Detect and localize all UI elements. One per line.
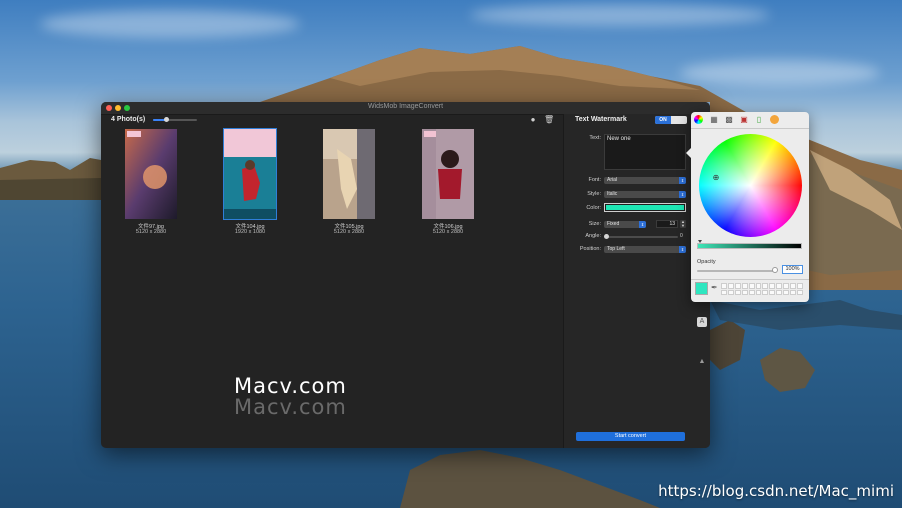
font-select[interactable]: Arial ⇕	[604, 177, 686, 184]
size-stepper[interactable]: ▲ ▼	[680, 220, 686, 228]
swatch-cell[interactable]	[748, 283, 755, 289]
overlay-watermark-reflection: Macv.com	[234, 395, 347, 419]
size-label: Size:	[588, 221, 601, 227]
position-select[interactable]: Top Left ⇕	[604, 246, 686, 253]
chevron-updown-icon: ⇕	[679, 246, 686, 253]
swatch-cell[interactable]	[762, 289, 769, 295]
angle-slider-knob[interactable]	[604, 234, 609, 239]
watermark-panel: Text Watermark ON Text: New one Font: Ar…	[563, 114, 710, 448]
crosshair-icon[interactable]: ⊕	[712, 174, 720, 182]
swatch-cell[interactable]	[727, 283, 734, 289]
stamp-icon[interactable]: ▲	[697, 357, 707, 367]
position-label: Position:	[579, 246, 601, 252]
brightness-slider[interactable]	[697, 243, 802, 249]
color-label: Color:	[586, 205, 601, 211]
color-picker-popover: ▦ ▩ ▣ ▯ ⊕ Opacity 100% ✒	[686, 112, 809, 302]
font-label: Font:	[588, 177, 601, 183]
photo-image	[223, 128, 277, 220]
text-tool-icon[interactable]: A	[697, 317, 707, 327]
font-value: Arial	[607, 177, 618, 183]
trash-icon[interactable]: 🗑	[544, 115, 554, 124]
swatch-cell[interactable]	[783, 289, 790, 295]
sliders-tab-icon[interactable]: ▦	[709, 115, 719, 125]
photo-image	[125, 129, 177, 219]
swatch-cell[interactable]	[776, 289, 783, 295]
opacity-slider[interactable]	[697, 270, 775, 272]
color-well-swatch	[606, 205, 684, 210]
blog-url-watermark: https://blog.csdn.net/Mac_mimi	[658, 482, 894, 500]
photo-toolbar: 4 Photo(s) ● 🗑	[101, 114, 563, 128]
crayon-tab-icon[interactable]	[770, 115, 779, 124]
toggle-on-label: ON	[655, 116, 671, 124]
photo-count: 4 Photo(s)	[111, 116, 146, 123]
info-icon[interactable]: ●	[529, 115, 537, 124]
swatch-cell[interactable]	[790, 289, 797, 295]
chevron-updown-icon: ⇕	[679, 177, 686, 184]
thumbnail-size-slider[interactable]	[153, 117, 197, 122]
opacity-label: Opacity	[697, 259, 716, 265]
color-wheel-tab-icon[interactable]	[694, 115, 703, 124]
swatch-cell[interactable]	[734, 283, 741, 289]
swatch-cell[interactable]	[769, 289, 776, 295]
size-mode-value: Fixed	[607, 221, 620, 227]
opacity-slider-knob[interactable]	[772, 267, 778, 273]
app-window: WidsMob ImageConvert 4 Photo(s) ● 🗑 文件97…	[101, 102, 710, 448]
photo-dimensions: 1920 x 1080	[234, 229, 266, 235]
photo-grid: 文件97.jpg 5120 x 2880 文件104.jpg 1920 x 10…	[101, 128, 563, 448]
angle-slider[interactable]	[606, 236, 678, 238]
window-title: WidsMob ImageConvert	[367, 103, 444, 110]
swatch-cell[interactable]	[734, 289, 741, 295]
style-label: Style:	[587, 191, 601, 197]
photo-dimensions: 5120 x 2880	[432, 229, 464, 235]
photo-image	[422, 129, 474, 219]
swatch-cell[interactable]	[769, 283, 776, 289]
swatch-cell[interactable]	[797, 283, 803, 289]
style-value: Italic	[607, 191, 618, 197]
divider	[691, 128, 809, 129]
image-palette-tab-icon[interactable]: ▣	[739, 115, 749, 125]
swatch-cell[interactable]	[762, 283, 769, 289]
current-color-swatch[interactable]	[695, 282, 708, 295]
swatch-cell[interactable]	[790, 283, 797, 289]
start-convert-button[interactable]: Start convert	[576, 432, 685, 441]
watermark-toggle[interactable]: ON	[655, 116, 687, 124]
position-value: Top Left	[607, 246, 625, 252]
text-label: Text:	[589, 135, 601, 141]
angle-value: 0	[680, 233, 683, 239]
swatch-cell[interactable]	[755, 283, 762, 289]
divider	[691, 279, 809, 280]
chevron-updown-icon: ⇕	[679, 191, 686, 198]
photo-image	[323, 129, 375, 219]
color-well[interactable]	[604, 203, 686, 212]
slider-knob[interactable]	[164, 117, 170, 122]
swatch-cell[interactable]	[755, 289, 762, 295]
swatch-cell[interactable]	[741, 289, 748, 295]
chevron-updown-icon: ⇕	[639, 221, 646, 228]
panel-title: Text Watermark	[575, 116, 627, 123]
watermark-text-field[interactable]: New one	[604, 134, 686, 170]
palette-tab-icon[interactable]: ▩	[724, 115, 734, 125]
angle-label: Angle:	[585, 233, 601, 239]
pencils-tab-icon[interactable]: ▯	[754, 115, 764, 125]
swatch-cell[interactable]	[727, 289, 734, 295]
style-select[interactable]: Italic ⇕	[604, 191, 686, 198]
swatch-cell[interactable]	[741, 283, 748, 289]
swatch-cell[interactable]	[721, 289, 727, 295]
swatch-cell[interactable]	[797, 289, 803, 295]
saved-swatches	[721, 283, 803, 295]
swatch-cell[interactable]	[721, 283, 727, 289]
photo-dimensions: 5120 x 2880	[135, 229, 167, 235]
popover-arrow	[686, 148, 691, 158]
size-field[interactable]: 13	[656, 220, 678, 228]
color-wheel[interactable]: ⊕	[699, 134, 802, 237]
opacity-field[interactable]: 100%	[782, 265, 803, 274]
photo-dimensions: 5120 x 2880	[333, 229, 365, 235]
swatch-cell[interactable]	[776, 283, 783, 289]
swatch-cell[interactable]	[783, 283, 790, 289]
color-wheel-saturation	[699, 134, 802, 237]
swatch-cell[interactable]	[748, 289, 755, 295]
size-mode-select[interactable]: Fixed ⇕	[604, 221, 646, 228]
eyedropper-icon[interactable]: ✒	[711, 283, 719, 293]
